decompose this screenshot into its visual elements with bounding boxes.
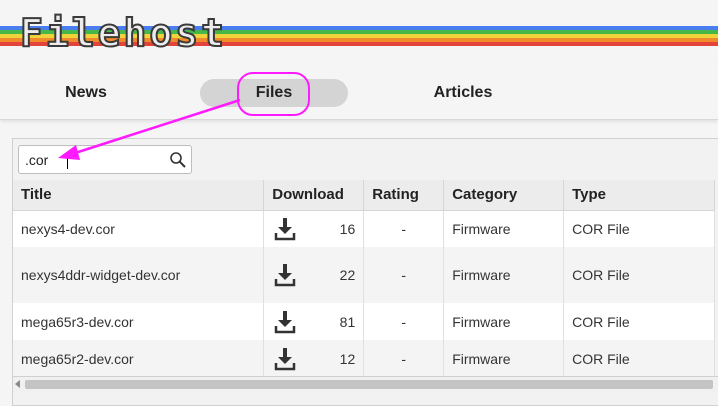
table-row[interactable]: nexys4ddr-widget-dev.cor 22 - Firmware C… bbox=[13, 247, 715, 303]
download-cell: 22 bbox=[263, 247, 365, 303]
file-type: COR File bbox=[563, 340, 715, 377]
scrollbar-thumb[interactable] bbox=[25, 380, 713, 389]
column-header-rating[interactable]: Rating bbox=[363, 180, 445, 211]
file-type: COR File bbox=[563, 210, 715, 247]
download-count: 81 bbox=[339, 313, 356, 330]
files-table: Title Download Rating Category Type nexy… bbox=[13, 180, 715, 377]
rating: - bbox=[363, 340, 445, 377]
category: Firmware bbox=[443, 340, 565, 377]
search-input[interactable] bbox=[25, 150, 165, 170]
download-cell: 16 bbox=[263, 210, 365, 247]
table-row[interactable]: mega65r2-dev.cor 12 - Firmware COR File bbox=[13, 340, 715, 377]
table-header-row: Title Download Rating Category Type bbox=[13, 180, 715, 211]
download-cell: 12 bbox=[263, 340, 365, 377]
tab-news[interactable]: News bbox=[36, 79, 136, 107]
search-box[interactable] bbox=[18, 145, 192, 174]
download-icon[interactable] bbox=[274, 347, 296, 371]
download-icon[interactable] bbox=[274, 217, 296, 241]
rating: - bbox=[363, 247, 445, 303]
table-row[interactable]: mega65r3-dev.cor 81 - Firmware COR File bbox=[13, 303, 715, 340]
tab-files[interactable]: Files bbox=[200, 79, 348, 107]
file-title[interactable]: mega65r2-dev.cor bbox=[13, 340, 265, 377]
download-cell: 81 bbox=[263, 303, 365, 340]
main-nav: News Files Articles bbox=[0, 64, 718, 120]
rating: - bbox=[363, 210, 445, 247]
file-title[interactable]: mega65r3-dev.cor bbox=[13, 303, 265, 340]
header: Filehost bbox=[0, 0, 718, 64]
rating: - bbox=[363, 303, 445, 340]
category: Firmware bbox=[443, 210, 565, 247]
horizontal-scrollbar[interactable] bbox=[13, 376, 718, 392]
site-logo[interactable]: Filehost bbox=[19, 13, 227, 53]
file-title[interactable]: nexys4ddr-widget-dev.cor bbox=[13, 247, 265, 303]
download-icon[interactable] bbox=[274, 310, 296, 334]
column-header-category[interactable]: Category bbox=[443, 180, 565, 211]
category: Firmware bbox=[443, 247, 565, 303]
download-count: 12 bbox=[339, 350, 356, 367]
download-count: 22 bbox=[339, 267, 356, 283]
file-title[interactable]: nexys4-dev.cor bbox=[13, 210, 265, 247]
category: Firmware bbox=[443, 303, 565, 340]
table-row[interactable]: nexys4-dev.cor 16 - Firmware COR File bbox=[13, 210, 715, 247]
download-count: 16 bbox=[339, 220, 356, 237]
download-icon[interactable] bbox=[274, 263, 296, 287]
file-type: COR File bbox=[563, 247, 715, 303]
scroll-left-icon[interactable] bbox=[15, 380, 20, 388]
file-type: COR File bbox=[563, 303, 715, 340]
column-header-type[interactable]: Type bbox=[563, 180, 715, 211]
search-icon[interactable] bbox=[169, 151, 187, 169]
files-panel: Title Download Rating Category Type nexy… bbox=[12, 138, 718, 406]
tab-articles[interactable]: Articles bbox=[408, 79, 518, 107]
column-header-title[interactable]: Title bbox=[13, 180, 265, 211]
text-caret bbox=[67, 152, 68, 169]
column-header-download[interactable]: Download bbox=[263, 180, 365, 211]
